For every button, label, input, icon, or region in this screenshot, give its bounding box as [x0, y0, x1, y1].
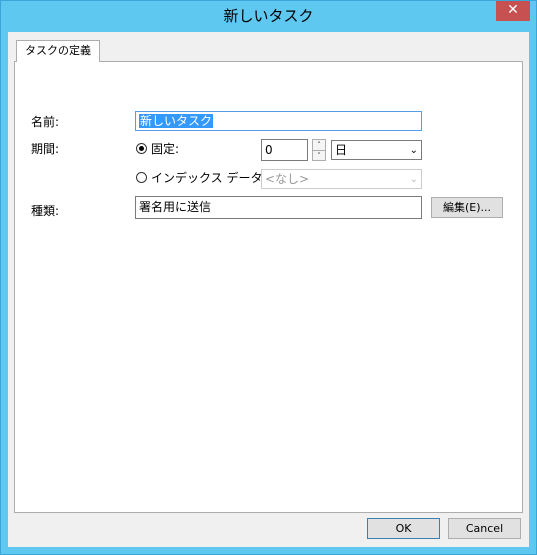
spin-down-icon[interactable]: ˅ — [313, 150, 325, 161]
dialog-window: 新しいタスク ✕ タスクの定義 名前: 新しいタスク 期間: 固定: 0 ˄ ˅ — [0, 0, 537, 555]
chevron-down-icon: ⌄ — [409, 174, 418, 185]
type-label: 種類: — [31, 204, 60, 218]
period-label: 期間: — [31, 142, 60, 156]
fixed-value-input[interactable]: 0 — [261, 139, 308, 161]
unit-select[interactable]: 日 ⌄ — [331, 140, 422, 160]
spin-up-icon[interactable]: ˄ — [313, 140, 325, 150]
index-data-label: インデックス データ: — [151, 171, 267, 185]
fixed-value: 0 — [265, 143, 273, 157]
tab-label: タスクの定義 — [25, 44, 91, 57]
cancel-button[interactable]: Cancel — [448, 518, 521, 539]
fixed-label: 固定: — [151, 142, 180, 156]
window-title: 新しいタスク — [223, 7, 314, 25]
name-label: 名前: — [31, 115, 60, 129]
type-input[interactable]: 署名用に送信 — [135, 196, 422, 219]
index-data-radio[interactable] — [136, 172, 147, 183]
close-icon: ✕ — [507, 2, 519, 18]
type-value: 署名用に送信 — [139, 200, 212, 214]
index-data-select[interactable]: <なし> ⌄ — [261, 169, 422, 189]
tab-panel: 名前: 新しいタスク 期間: 固定: 0 ˄ ˅ 日 ⌄ インデックス データ: — [14, 61, 523, 513]
chevron-down-icon: ⌄ — [409, 145, 418, 156]
unit-value: 日 — [335, 143, 348, 157]
edit-button[interactable]: 編集(E)... — [431, 197, 503, 218]
name-input[interactable]: 新しいタスク — [135, 111, 422, 131]
dialog-client: タスクの定義 名前: 新しいタスク 期間: 固定: 0 ˄ ˅ 日 ⌄ インデッ… — [8, 32, 529, 547]
index-data-value: <なし> — [265, 172, 310, 186]
fixed-radio[interactable] — [136, 143, 147, 154]
name-value: 新しいタスク — [139, 114, 214, 128]
fixed-spinner[interactable]: ˄ ˅ — [312, 139, 326, 161]
ok-button[interactable]: OK — [367, 518, 440, 539]
close-button[interactable]: ✕ — [496, 1, 530, 21]
title-bar: 新しいタスク — [1, 1, 536, 32]
tab-task-definition[interactable]: タスクの定義 — [16, 40, 100, 62]
